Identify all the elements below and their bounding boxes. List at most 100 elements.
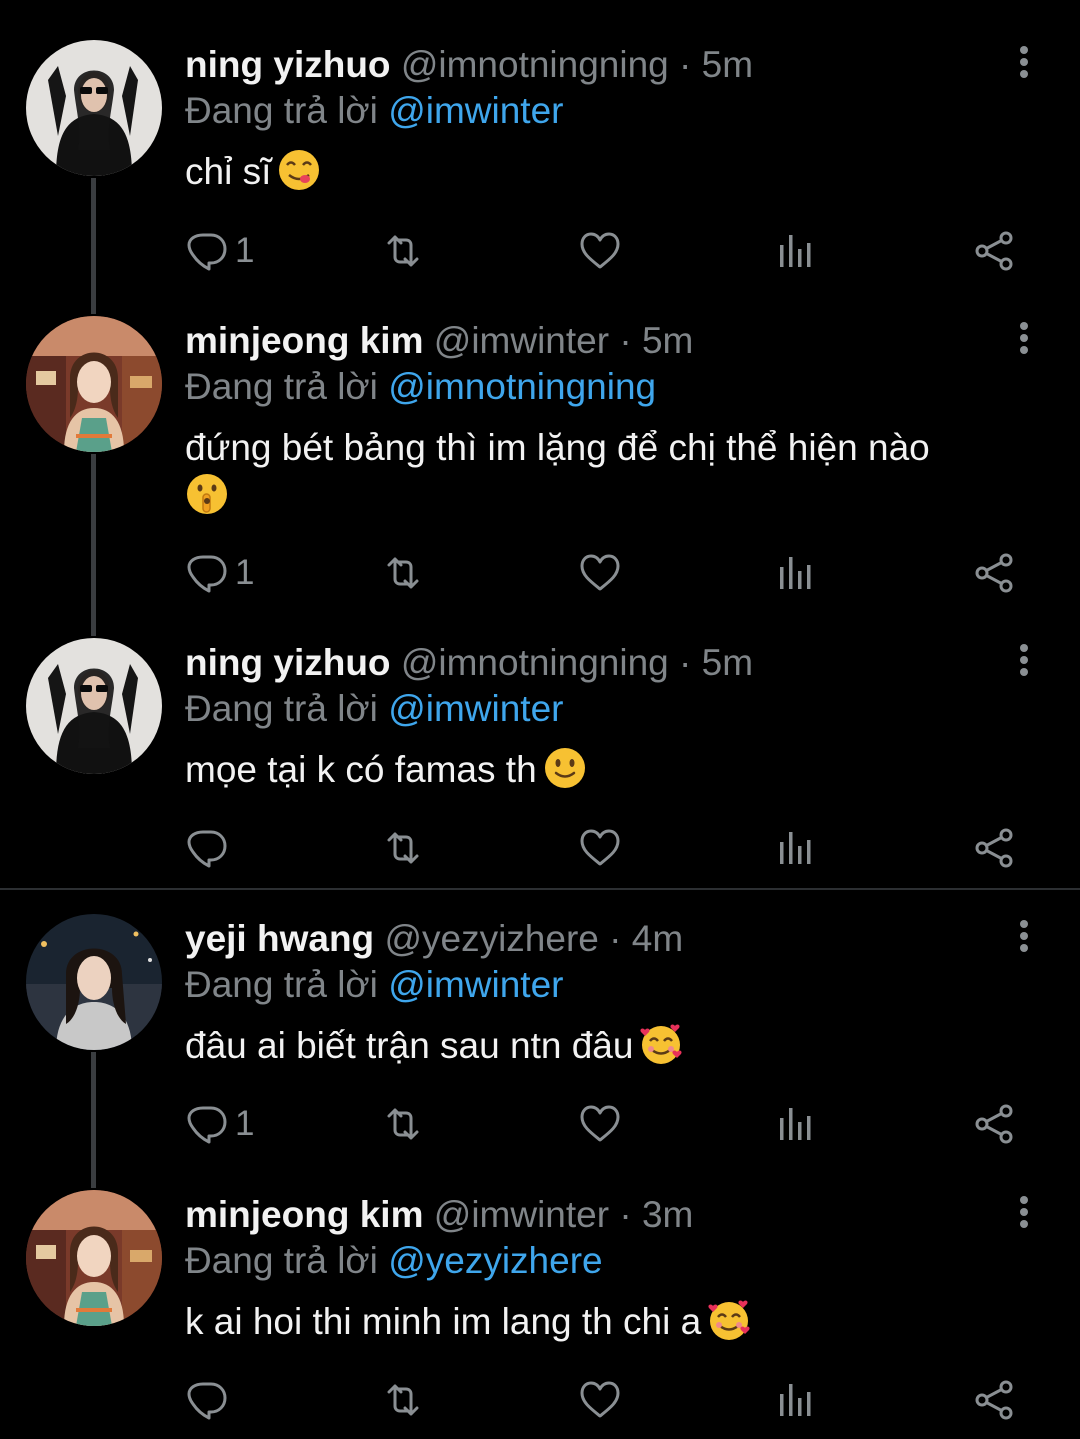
mention-link[interactable]: @yezyizhere	[388, 1240, 602, 1281]
more-options-icon[interactable]	[1012, 642, 1036, 678]
reply-icon	[185, 551, 229, 595]
like-button[interactable]	[578, 826, 628, 870]
tweet[interactable]: minjeong kim @imwinter · 5m Đang trả lời …	[0, 316, 1080, 611]
tweet-header: minjeong kim @imwinter · 5m	[185, 318, 693, 364]
share-button[interactable]	[972, 229, 1016, 273]
mention-link[interactable]: @imnotningning	[388, 366, 656, 407]
views-button[interactable]	[775, 1102, 819, 1146]
avatar[interactable]	[26, 40, 162, 176]
retweet-icon	[381, 551, 425, 595]
tweet-text-content: k ai hoi thi minh im lang th chi a	[185, 1301, 702, 1342]
views-button[interactable]	[775, 551, 819, 595]
tweet[interactable]: yeji hwang @yezyizhere · 4m Đang trả lời …	[0, 914, 1080, 1162]
share-button[interactable]	[972, 1378, 1016, 1422]
replying-label: Đang trả lời	[185, 688, 378, 729]
replying-to: Đang trả lời @yezyizhere	[185, 1238, 603, 1284]
replying-to: Đang trả lời @imwinter	[185, 962, 564, 1008]
like-icon	[578, 826, 622, 870]
tweet[interactable]: ning yizhuo @imnotningning · 5m Đang trả …	[0, 638, 1080, 886]
display-name[interactable]: yeji hwang	[185, 918, 374, 959]
tweet-text-content: đứng bét bảng thì im lặng để chị thể hiệ…	[185, 427, 930, 468]
reply-button[interactable]	[185, 826, 235, 870]
reply-button[interactable]	[185, 1378, 235, 1422]
tweet-header: ning yizhuo @imnotningning · 5m	[185, 42, 753, 88]
like-button[interactable]	[578, 229, 628, 273]
like-button[interactable]	[578, 551, 628, 595]
shushing-face-emoji	[185, 472, 229, 516]
reply-icon	[185, 1102, 229, 1146]
retweet-button[interactable]	[381, 1378, 431, 1422]
more-options-icon[interactable]	[1012, 320, 1036, 356]
replying-to: Đang trả lời @imwinter	[185, 686, 564, 732]
mention-link[interactable]: @imwinter	[388, 90, 563, 131]
tweet-text-content: đâu ai biết trận sau ntn đâu	[185, 1025, 634, 1066]
timestamp[interactable]: 5m	[702, 642, 753, 683]
share-icon	[972, 1102, 1016, 1146]
retweet-icon	[381, 1378, 425, 1422]
more-options-icon[interactable]	[1012, 1194, 1036, 1230]
reply-icon	[185, 229, 229, 273]
reply-button[interactable]: 1	[185, 229, 254, 273]
retweet-button[interactable]	[381, 1102, 431, 1146]
replying-to: Đang trả lời @imnotningning	[185, 364, 656, 410]
retweet-icon	[381, 229, 425, 273]
avatar[interactable]	[26, 1190, 162, 1326]
tweet[interactable]: minjeong kim @imwinter · 3m Đang trả lời …	[0, 1190, 1080, 1438]
display-name[interactable]: minjeong kim	[185, 320, 423, 361]
user-handle[interactable]: @imnotningning	[401, 642, 669, 683]
replying-label: Đang trả lời	[185, 1240, 378, 1281]
separator-dot: ·	[679, 642, 692, 683]
user-handle[interactable]: @imnotningning	[401, 44, 669, 85]
share-button[interactable]	[972, 551, 1016, 595]
user-handle[interactable]: @imwinter	[434, 1194, 609, 1235]
like-button[interactable]	[578, 1102, 628, 1146]
like-button[interactable]	[578, 1378, 628, 1422]
views-icon	[775, 1378, 819, 1422]
views-button[interactable]	[775, 826, 819, 870]
tweet-text: chỉ sĩ	[185, 148, 1025, 196]
avatar[interactable]	[26, 316, 162, 452]
like-icon	[578, 551, 622, 595]
avatar[interactable]	[26, 638, 162, 774]
share-icon	[972, 826, 1016, 870]
reply-count: 1	[235, 553, 255, 592]
mention-link[interactable]: @imwinter	[388, 688, 563, 729]
slightly-smiling-face-emoji	[543, 746, 587, 790]
timestamp[interactable]: 5m	[642, 320, 693, 361]
retweet-button[interactable]	[381, 229, 431, 273]
views-button[interactable]	[775, 229, 819, 273]
share-icon	[972, 551, 1016, 595]
face-savoring-food-emoji	[277, 148, 321, 192]
avatar[interactable]	[26, 914, 162, 1050]
reply-button[interactable]: 1	[185, 1102, 254, 1146]
tweet[interactable]: ning yizhuo @imnotningning · 5m Đang trả …	[0, 40, 1080, 289]
separator-dot: ·	[609, 918, 622, 959]
views-icon	[775, 1102, 819, 1146]
display-name[interactable]: ning yizhuo	[185, 44, 391, 85]
timestamp[interactable]: 3m	[642, 1194, 693, 1235]
reply-button[interactable]: 1	[185, 551, 254, 595]
views-button[interactable]	[775, 1378, 819, 1422]
display-name[interactable]: minjeong kim	[185, 1194, 423, 1235]
retweet-button[interactable]	[381, 826, 431, 870]
replying-to: Đang trả lời @imwinter	[185, 88, 564, 134]
user-handle[interactable]: @imwinter	[434, 320, 609, 361]
reply-icon	[185, 1378, 229, 1422]
mention-link[interactable]: @imwinter	[388, 964, 563, 1005]
timestamp[interactable]: 5m	[702, 44, 753, 85]
tweet-text: đứng bét bảng thì im lặng để chị thể hiệ…	[185, 424, 1025, 520]
more-options-icon[interactable]	[1012, 44, 1036, 80]
share-icon	[972, 1378, 1016, 1422]
timestamp[interactable]: 4m	[632, 918, 683, 959]
smiling-face-with-hearts-emoji	[707, 1298, 751, 1342]
tweet-header: ning yizhuo @imnotningning · 5m	[185, 640, 753, 686]
retweet-button[interactable]	[381, 551, 431, 595]
share-button[interactable]	[972, 1102, 1016, 1146]
thread-connector	[91, 454, 96, 636]
more-options-icon[interactable]	[1012, 918, 1036, 954]
like-icon	[578, 229, 622, 273]
user-handle[interactable]: @yezyizhere	[384, 918, 598, 959]
share-button[interactable]	[972, 826, 1016, 870]
display-name[interactable]: ning yizhuo	[185, 642, 391, 683]
smiling-face-with-hearts-emoji	[639, 1022, 683, 1066]
